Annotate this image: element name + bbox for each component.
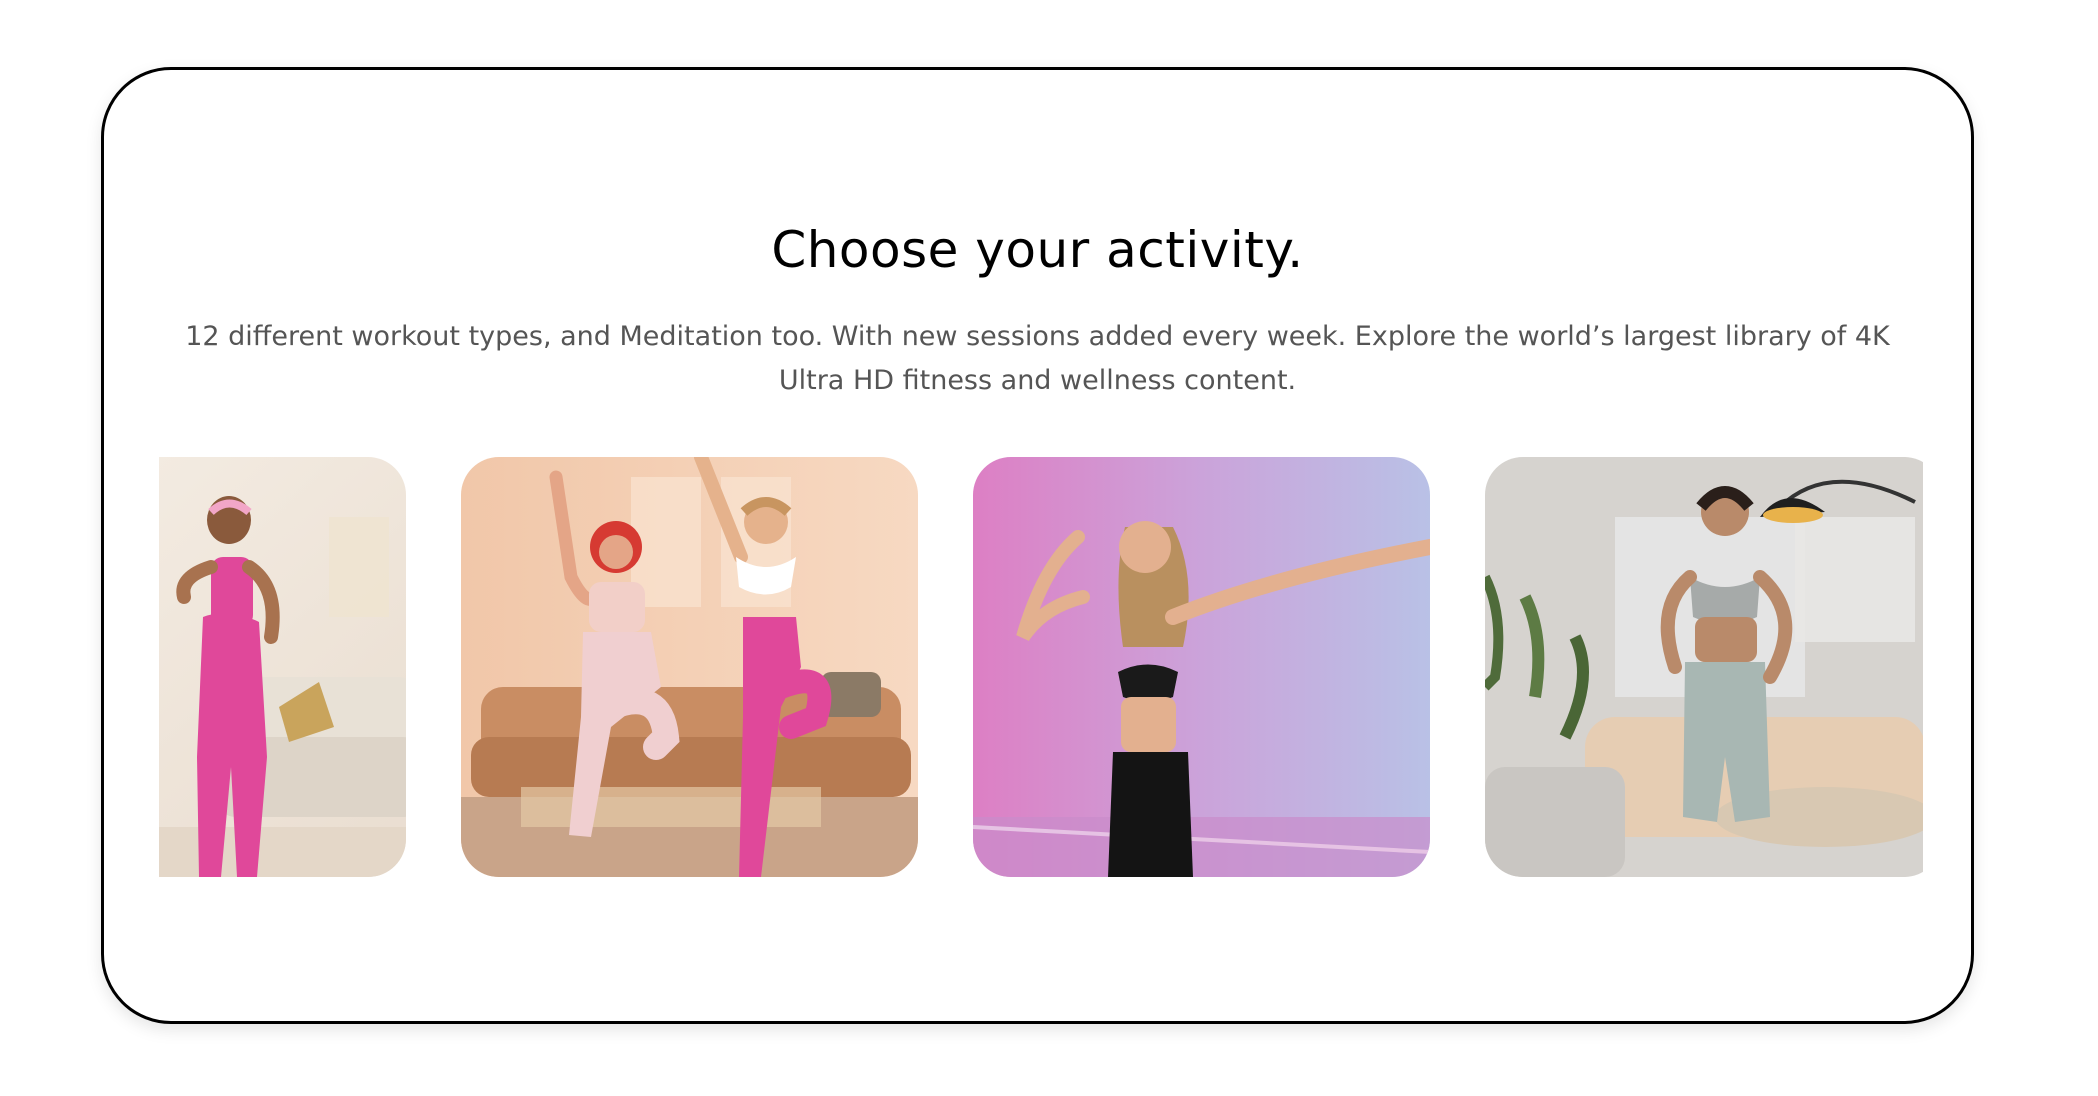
woman-standing-living-room-photo [1485,457,1923,877]
woman-cheering-photo [159,457,406,877]
activity-tile[interactable] [159,457,406,877]
activity-tile[interactable] [973,457,1430,877]
section-description: 12 different workout types, and Meditati… [185,321,1890,396]
woman-dancing-photo [973,457,1430,877]
activity-tile[interactable] [461,457,918,877]
two-women-knee-raise-photo [461,457,918,877]
activity-carousel[interactable] [159,457,1923,877]
activity-section-card: Choose your activity. 12 different worko… [101,67,1974,1024]
activity-tile[interactable] [1485,457,1923,877]
section-title: Choose your activity. [771,221,1304,279]
